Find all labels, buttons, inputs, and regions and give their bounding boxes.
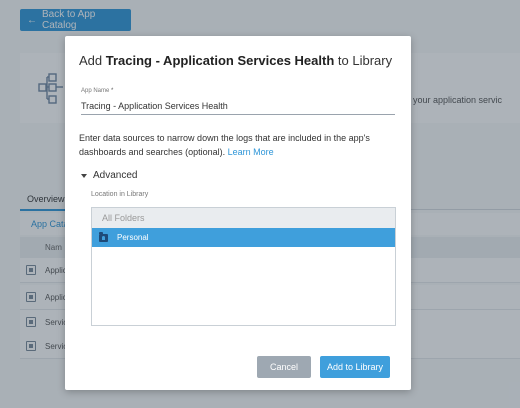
title-suffix: to Library: [334, 53, 393, 68]
folder-personal-label: Personal: [117, 233, 149, 242]
title-prefix: Add: [79, 53, 106, 68]
app-name-label: App Name *: [81, 88, 113, 94]
title-app-name: Tracing - Application Services Health: [105, 53, 335, 68]
required-marker: *: [111, 88, 114, 94]
app-name-label-text: App Name: [81, 88, 110, 94]
advanced-label: Advanced: [93, 170, 138, 181]
advanced-toggle[interactable]: Advanced: [81, 170, 137, 181]
help-text: Enter data sources to narrow down the lo…: [79, 133, 370, 157]
location-label: Location in Library: [91, 191, 149, 198]
add-to-library-dialog: Add Tracing - Application Services Healt…: [65, 36, 411, 390]
folder-tree[interactable]: All Folders Personal: [91, 207, 396, 326]
caret-down-icon: [81, 173, 87, 178]
data-source-help: Enter data sources to narrow down the lo…: [79, 131, 399, 159]
cancel-button[interactable]: Cancel: [257, 356, 311, 378]
folder-personal[interactable]: Personal: [92, 228, 395, 247]
folder-all-folders[interactable]: All Folders: [92, 208, 395, 228]
add-to-library-button[interactable]: Add to Library: [320, 356, 390, 378]
app-name-input[interactable]: [81, 98, 395, 115]
learn-more-link[interactable]: Learn More: [228, 147, 274, 157]
user-folder-icon: [99, 231, 108, 242]
dialog-title: Add Tracing - Application Services Healt…: [79, 53, 392, 68]
